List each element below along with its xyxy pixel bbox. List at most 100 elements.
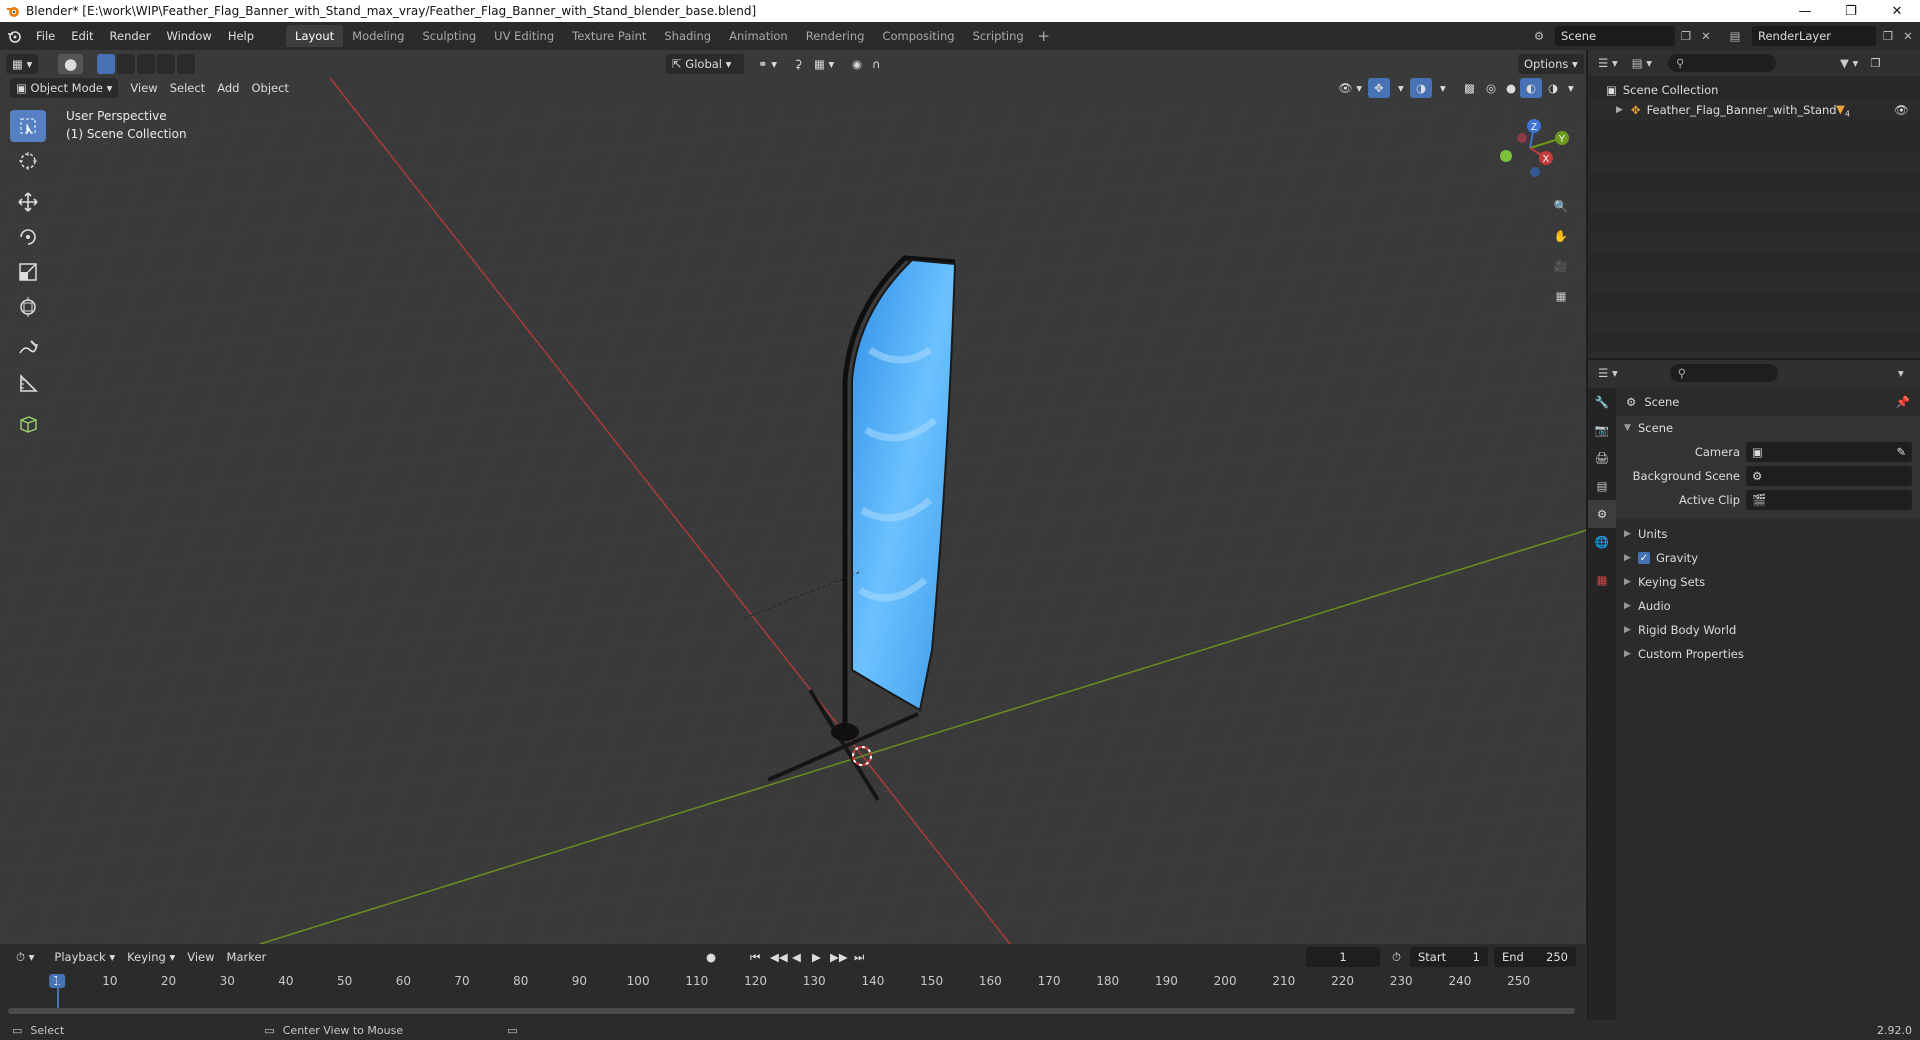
current-frame-field[interactable]: 1 [1306, 947, 1380, 967]
menu-render[interactable]: Render [102, 25, 159, 47]
solid-shading-icon[interactable]: ● [1500, 78, 1522, 98]
render-tab-icon[interactable]: 📷 [1588, 416, 1616, 444]
viewport-menu-select[interactable]: Select [164, 78, 211, 98]
wireframe-shading-icon[interactable]: ◎ [1480, 78, 1502, 98]
3d-viewport[interactable]: ▦ ▾ ⬤ ⇱ Global ▾ ⚭ ▾ ⚳ ▦ ▾ ◉ ∩ Options ▾… [0, 50, 1587, 944]
pin-icon[interactable]: 📌 [1896, 395, 1910, 409]
rotate-tool-icon[interactable] [10, 221, 46, 253]
transform-orientation-dropdown[interactable]: ⇱ Global ▾ [666, 54, 744, 74]
visibility-icon[interactable]: 👁 ▾ [1332, 78, 1368, 98]
gizmo-dropdown-icon[interactable]: ▾ [1392, 78, 1410, 98]
mode-dropdown[interactable]: ▣ Object Mode ▾ [10, 78, 119, 98]
end-frame-field[interactable]: End 250 [1494, 947, 1576, 967]
properties-options-icon[interactable]: ▾ [1898, 366, 1904, 380]
outliner-root-row[interactable]: ▣ Scene Collection [1588, 80, 1920, 100]
add-workspace-icon[interactable]: + [1033, 25, 1055, 47]
menu-file[interactable]: File [28, 25, 63, 47]
snap-target-icon[interactable]: ▦ ▾ [808, 54, 840, 74]
scene-selector-icon[interactable]: ⚙ [1526, 26, 1552, 46]
audio-subpanel[interactable]: ▶ Audio [1616, 594, 1920, 618]
jump-start-icon[interactable]: ⏮ [744, 947, 766, 967]
timeline-ruler[interactable]: 1102030405060708090100110120130140150160… [8, 972, 1579, 992]
eyedropper-icon[interactable]: ✎ [1896, 445, 1906, 459]
transform-tool-icon[interactable] [10, 291, 46, 323]
preview-range-icon[interactable]: ⏱ [1386, 947, 1407, 967]
zoom-icon[interactable]: 🔍 [1547, 192, 1575, 220]
navigation-gizmo[interactable]: Z Y X [1484, 108, 1574, 188]
overlays-toggle-icon[interactable]: ◑ [1410, 78, 1433, 98]
menu-edit[interactable]: Edit [63, 25, 101, 47]
camera-view-icon[interactable]: 🎥 [1547, 252, 1575, 280]
outliner-search-input[interactable]: ⚲ [1668, 54, 1777, 72]
menu-help[interactable]: Help [220, 25, 262, 47]
shading-dropdown-icon[interactable]: ▾ [1562, 78, 1580, 98]
tool-tab-icon[interactable]: 🔧 [1588, 388, 1616, 416]
timeline-scrollbar[interactable] [8, 1008, 1575, 1014]
xray-toggle-icon[interactable]: ▩ [1458, 78, 1481, 98]
keying-sets-subpanel[interactable]: ▶ Keying Sets [1616, 570, 1920, 594]
tab-shading[interactable]: Shading [655, 25, 720, 47]
gizmo-toggle-icon[interactable]: ✥ [1368, 78, 1390, 98]
playback-menu[interactable]: Playback ▾ [48, 947, 121, 967]
tab-sculpting[interactable]: Sculpting [413, 25, 485, 47]
menu-window[interactable]: Window [158, 25, 219, 47]
view-layer-icon[interactable]: ▤ [1722, 26, 1748, 46]
select-mode-extend-icon[interactable] [117, 54, 136, 74]
properties-editor-type-icon[interactable]: ☰ ▾ [1598, 366, 1618, 380]
playhead[interactable] [57, 974, 59, 1010]
pivot-point-icon[interactable]: ⚭ ▾ [752, 54, 783, 74]
delete-layer-icon[interactable]: ✕ [1898, 26, 1918, 46]
world-tab-icon[interactable]: 🌐 [1588, 528, 1616, 556]
viewport-menu-view[interactable]: View [124, 78, 163, 98]
tab-rendering[interactable]: Rendering [797, 25, 874, 47]
timeline-view-menu[interactable]: View [181, 947, 220, 967]
pan-hand-icon[interactable]: ✋ [1547, 222, 1575, 250]
outliner-item-flag[interactable]: ▶ ✥ Feather_Flag_Banner_with_Stand ▼4 👁 [1588, 100, 1920, 120]
move-tool-icon[interactable] [10, 186, 46, 218]
camera-field[interactable]: ▣ ✎ [1746, 442, 1912, 462]
measure-tool-icon[interactable] [10, 367, 46, 399]
keying-menu[interactable]: Keying ▾ [121, 947, 181, 967]
play-reverse-icon[interactable]: ◀ [786, 947, 807, 967]
material-shading-icon[interactable]: ◐ [1520, 78, 1543, 98]
viewport-canvas[interactable] [0, 50, 1587, 944]
visibility-eye-icon[interactable]: 👁 [1894, 103, 1909, 117]
active-clip-field[interactable]: 🎬 [1746, 490, 1912, 510]
overlays-dropdown-icon[interactable]: ▾ [1434, 78, 1452, 98]
output-tab-icon[interactable]: 🖨 [1588, 444, 1616, 472]
timeline-editor-type-icon[interactable]: ⏱ ▾ [10, 947, 41, 967]
select-box-icon[interactable] [10, 110, 46, 142]
gravity-checkbox[interactable]: ✓ [1638, 552, 1650, 564]
scene-tab-icon[interactable]: ⚙ [1588, 500, 1616, 528]
tab-animation[interactable]: Animation [720, 25, 797, 47]
add-cube-tool-icon[interactable] [10, 408, 46, 440]
record-icon[interactable]: ● [700, 947, 722, 967]
render-layer-field[interactable]: RenderLayer [1752, 26, 1876, 46]
scene-panel-header[interactable]: ▼ Scene [1616, 416, 1920, 440]
texture-tab-icon[interactable]: ▦ [1588, 566, 1616, 594]
perspective-toggle-icon[interactable]: ▦ [1547, 282, 1575, 310]
expand-arrow-icon[interactable]: ▶ [1616, 105, 1623, 115]
start-frame-field[interactable]: Start 1 [1410, 947, 1488, 967]
select-mode-new-icon[interactable] [97, 54, 116, 74]
scene-name-field[interactable]: Scene [1555, 26, 1675, 46]
snap-icon[interactable]: ⚳ [788, 54, 808, 74]
new-layer-icon[interactable]: ❐ [1878, 26, 1898, 46]
tab-texture-paint[interactable]: Texture Paint [563, 25, 655, 47]
select-mode-intersect-icon[interactable] [177, 54, 196, 74]
tab-uv-editing[interactable]: UV Editing [485, 25, 563, 47]
new-collection-icon[interactable]: ❐ [1870, 56, 1880, 70]
custom-properties-subpanel[interactable]: ▶ Custom Properties [1616, 642, 1920, 666]
falloff-icon[interactable]: ∩ [866, 54, 886, 74]
viewport-menu-object[interactable]: Object [245, 78, 294, 98]
properties-search-input[interactable]: ⚲ [1669, 364, 1778, 382]
tab-scripting[interactable]: Scripting [964, 25, 1033, 47]
units-subpanel[interactable]: ▶ Units [1616, 522, 1920, 546]
viewport-menu-add[interactable]: Add [211, 78, 245, 98]
minimize-icon[interactable]: — [1782, 0, 1828, 22]
view-layer-tab-icon[interactable]: ▤ [1588, 472, 1616, 500]
select-mode-invert-icon[interactable] [157, 54, 176, 74]
restore-icon[interactable]: ❐ [1828, 0, 1874, 22]
delete-scene-icon[interactable]: ✕ [1696, 26, 1716, 46]
cursor-tool-icon[interactable] [10, 145, 46, 177]
